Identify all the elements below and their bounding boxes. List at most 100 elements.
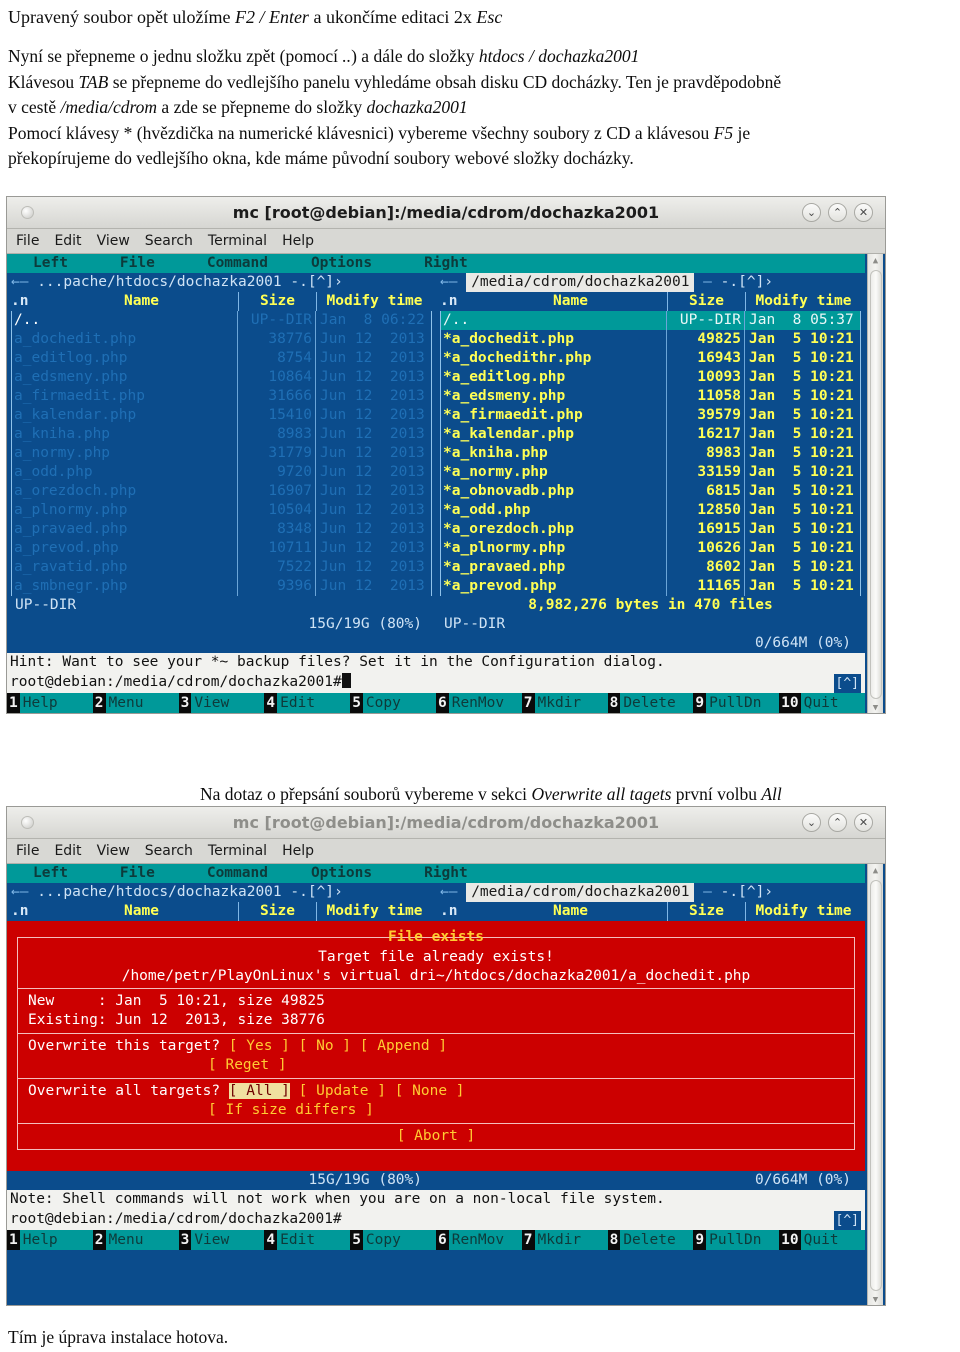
function-key-1[interactable]: 1 Help	[7, 1230, 93, 1250]
function-key-2[interactable]: 2 Menu	[92, 1230, 179, 1250]
left-col-time[interactable]: Modify time	[316, 292, 432, 311]
scroll-up-arrow-2[interactable]: ▲	[869, 864, 883, 878]
file-row[interactable]: a_edsmeny.php 10864 Jun 12 2013	[12, 368, 431, 387]
menu-item-terminal[interactable]: Terminal	[208, 233, 267, 249]
menu-item-search-2[interactable]: Search	[145, 843, 193, 859]
file-row[interactable]: a_kalendar.php 15410 Jun 12 2013	[12, 406, 431, 425]
file-row[interactable]: a_smbnegr.php 9396 Jun 12 2013	[12, 577, 431, 596]
function-key-9[interactable]: 9 PullDn	[693, 1230, 779, 1250]
left-panel-path-2[interactable]: ←— ...pache/htdocs/dochazka2001 -.[^]›	[11, 883, 432, 902]
left-col-size-2[interactable]: Size	[238, 902, 316, 921]
menu-item-edit-2[interactable]: Edit	[54, 843, 81, 859]
updir-row[interactable]: /.. UP--DIR Jan 8 06:22	[12, 311, 431, 330]
terminal-scrollbar-2[interactable]: ▲ ▼	[867, 864, 883, 1305]
file-row[interactable]: *a_normy.php 33159 Jan 5 10:21	[441, 463, 860, 482]
mc-menu-right-2[interactable]: Right	[424, 864, 468, 883]
menu-item-help-2[interactable]: Help	[282, 843, 314, 859]
left-col-name[interactable]: Name	[45, 292, 238, 311]
reget-button[interactable]: [ Reget ]	[208, 1057, 287, 1073]
function-key-4[interactable]: 4 Edit	[264, 1230, 350, 1250]
function-key-9[interactable]: 9 PullDn	[693, 693, 779, 713]
menu-item-file-2[interactable]: File	[16, 843, 39, 859]
menu-item-view[interactable]: View	[97, 233, 130, 249]
mc-right-panel-2[interactable]: ←— /media/cdrom/dochazka2001 — -.[^]› .n…	[436, 883, 865, 921]
scroll-down-arrow[interactable]: ▼	[869, 701, 883, 713]
right-col-time-2[interactable]: Modify time	[745, 902, 861, 921]
minimize-button-2[interactable]: ⌄	[802, 813, 821, 832]
right-col-time[interactable]: Modify time	[745, 292, 861, 311]
file-row[interactable]: a_odd.php 9720 Jun 12 2013	[12, 463, 431, 482]
mc-menu-command-2[interactable]: Command	[207, 864, 268, 883]
function-key-8[interactable]: 8 Delete	[607, 693, 694, 713]
function-key-10[interactable]: 10 Quit	[779, 1230, 865, 1250]
function-key-10[interactable]: 10 Quit	[779, 693, 865, 713]
function-key-3[interactable]: 3 View	[178, 1230, 265, 1250]
file-row[interactable]: a_kniha.php 8983 Jun 12 2013	[12, 425, 431, 444]
mc-menu-command[interactable]: Command	[207, 254, 268, 273]
close-button[interactable]: ✕	[854, 203, 873, 222]
function-key-4[interactable]: 4 Edit	[264, 693, 350, 713]
mc-right-panel[interactable]: ←— /media/cdrom/dochazka2001 — -.[^]› .n…	[436, 273, 865, 653]
function-key-5[interactable]: 5 Copy	[350, 1230, 436, 1250]
mc-menu-right[interactable]: Right	[424, 254, 468, 273]
file-row[interactable]: *a_dochedithr.php 16943 Jan 5 10:21	[441, 349, 860, 368]
menu-item-file[interactable]: File	[16, 233, 39, 249]
scroll-thumb[interactable]	[869, 270, 882, 699]
yes-button[interactable]: [ Yes ]	[229, 1038, 290, 1054]
mc-menu-file[interactable]: File	[120, 254, 155, 273]
abort-button[interactable]: [ Abort ]	[397, 1128, 476, 1144]
file-row[interactable]: a_normy.php 31779 Jun 12 2013	[12, 444, 431, 463]
function-key-6[interactable]: 6 RenMov	[435, 693, 522, 713]
window-titlebar-2[interactable]: mc [root@debian]:/media/cdrom/dochazka20…	[7, 807, 885, 839]
file-row[interactable]: *a_prevod.php 11165 Jan 5 10:21	[441, 577, 860, 596]
file-row[interactable]: *a_editlog.php 10093 Jan 5 10:21	[441, 368, 860, 387]
file-row[interactable]: *a_obnovadb.php 6815 Jan 5 10:21	[441, 482, 860, 501]
mc-command-line-1[interactable]: root@debian:/media/cdrom/dochazka2001# [^…	[7, 673, 865, 693]
file-row[interactable]: a_pravaed.php 8348 Jun 12 2013	[12, 520, 431, 539]
left-col-time-2[interactable]: Modify time	[316, 902, 432, 921]
none-button[interactable]: [ None ]	[395, 1083, 465, 1099]
scroll-thumb-2[interactable]	[869, 880, 882, 1291]
function-key-7[interactable]: 7 Mkdir	[521, 1230, 608, 1250]
file-row[interactable]: a_ravatid.php 7522 Jun 12 2013	[12, 558, 431, 577]
file-row[interactable]: *a_kniha.php 8983 Jan 5 10:21	[441, 444, 860, 463]
function-key-2[interactable]: 2 Menu	[92, 693, 179, 713]
menu-item-edit[interactable]: Edit	[54, 233, 81, 249]
file-row[interactable]: a_orezdoch.php 16907 Jun 12 2013	[12, 482, 431, 501]
scroll-up-arrow[interactable]: ▲	[869, 254, 883, 268]
file-row[interactable]: a_prevod.php 10711 Jun 12 2013	[12, 539, 431, 558]
function-key-5[interactable]: 5 Copy	[350, 693, 436, 713]
file-row[interactable]: *a_kalendar.php 16217 Jan 5 10:21	[441, 425, 860, 444]
window-titlebar[interactable]: mc [root@debian]:/media/cdrom/dochazka20…	[7, 197, 885, 229]
right-panel-path[interactable]: ←— /media/cdrom/dochazka2001 — -.[^]›	[440, 273, 861, 292]
all-button[interactable]: [ All ]	[228, 1083, 290, 1099]
menu-item-terminal-2[interactable]: Terminal	[208, 843, 267, 859]
caret-button-2[interactable]: [^]	[833, 1211, 861, 1230]
file-row[interactable]: a_firmaedit.php 31666 Jun 12 2013	[12, 387, 431, 406]
menu-item-search[interactable]: Search	[145, 233, 193, 249]
update-button[interactable]: [ Update ]	[299, 1083, 386, 1099]
append-button[interactable]: [ Append ]	[360, 1038, 447, 1054]
left-panel-filelist[interactable]: /.. UP--DIR Jan 8 06:22 a_dochedit.php 38776…	[11, 311, 432, 596]
if-size-differs-button[interactable]: [ If size differs ]	[208, 1102, 374, 1118]
mc-left-panel-2[interactable]: ←— ...pache/htdocs/dochazka2001 -.[^]› .…	[7, 883, 436, 921]
menu-item-help[interactable]: Help	[282, 233, 314, 249]
scroll-down-arrow-2[interactable]: ▼	[869, 1293, 883, 1305]
left-col-name-2[interactable]: Name	[45, 902, 238, 921]
mc-command-line-2[interactable]: root@debian:/media/cdrom/dochazka2001# [^…	[7, 1210, 865, 1230]
right-col-name[interactable]: Name	[474, 292, 667, 311]
function-key-8[interactable]: 8 Delete	[607, 1230, 694, 1250]
mc-menu-options[interactable]: Options	[311, 254, 372, 273]
close-button-2[interactable]: ✕	[854, 813, 873, 832]
function-key-1[interactable]: 1 Help	[7, 693, 93, 713]
updir-row[interactable]: /.. UP--DIR Jan 8 05:37	[441, 311, 860, 330]
file-row[interactable]: *a_firmaedit.php 39579 Jan 5 10:21	[441, 406, 860, 425]
function-key-3[interactable]: 3 View	[178, 693, 265, 713]
file-row[interactable]: *a_orezdoch.php 16915 Jan 5 10:21	[441, 520, 860, 539]
terminal-scrollbar[interactable]: ▲ ▼	[867, 254, 883, 713]
caret-button-1[interactable]: [^]	[833, 674, 861, 693]
file-row[interactable]: *a_edsmeny.php 11058 Jan 5 10:21	[441, 387, 860, 406]
function-key-7[interactable]: 7 Mkdir	[521, 693, 608, 713]
file-row[interactable]: *a_odd.php 12850 Jan 5 10:21	[441, 501, 860, 520]
maximize-button-2[interactable]: ⌃	[828, 813, 847, 832]
